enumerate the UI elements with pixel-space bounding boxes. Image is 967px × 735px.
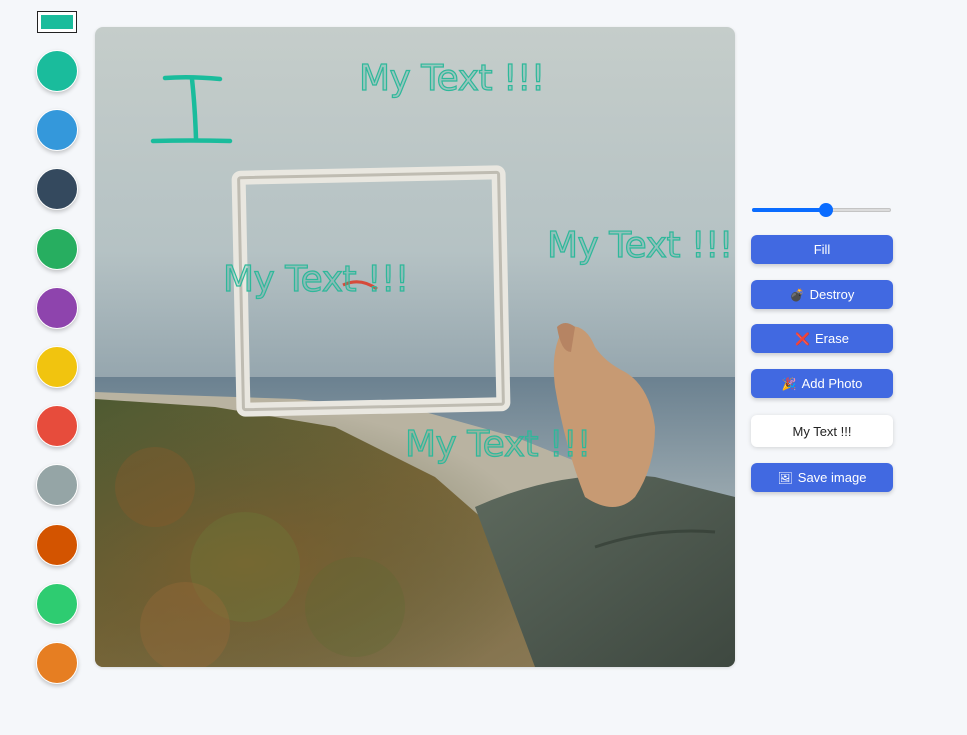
text-input[interactable]: My Text !!! — [751, 415, 893, 447]
canvas-text-item[interactable]: My Text !!! — [222, 261, 410, 298]
slider-thumb[interactable] — [818, 203, 833, 217]
bomb-icon: 💣 — [789, 287, 805, 302]
add-photo-button-label: Add Photo — [801, 376, 863, 391]
color-swatch-dark-orange[interactable] — [36, 523, 78, 566]
fill-button-label: Fill — [813, 242, 831, 257]
photo-background — [95, 27, 735, 667]
brush-size-slider[interactable] — [752, 202, 891, 218]
picture-icon: 🖼 — [777, 470, 793, 485]
cross-icon: ❌ — [795, 331, 810, 346]
selected-color-fill — [41, 15, 73, 29]
fill-button[interactable]: Fill — [751, 235, 893, 264]
destroy-button-label: Destroy — [809, 287, 855, 302]
destroy-button[interactable]: 💣 Destroy — [751, 280, 893, 309]
selected-color-indicator — [37, 11, 77, 33]
color-swatch-dark-blue[interactable] — [36, 168, 78, 211]
save-image-button-label: Save image — [797, 470, 867, 485]
color-swatch-green[interactable] — [36, 227, 78, 270]
canvas-text-item[interactable]: My Text !!! — [546, 227, 734, 264]
erase-button-label: Erase — [814, 331, 849, 346]
color-swatch-red[interactable] — [36, 405, 78, 448]
add-photo-button[interactable]: 🎉 Add Photo — [751, 369, 893, 398]
canvas-text-item[interactable]: My Text !!! — [358, 60, 546, 97]
color-swatch-purple[interactable] — [36, 286, 78, 329]
color-swatch-light-green[interactable] — [36, 582, 78, 625]
drawing-canvas[interactable]: My Text !!! My Text !!! My Text !!! My T… — [95, 27, 735, 667]
canvas-text-item[interactable]: My Text !!! — [404, 426, 592, 463]
save-image-button[interactable]: 🖼 Save image — [751, 463, 893, 492]
erase-button[interactable]: ❌ Erase — [751, 324, 893, 353]
color-swatch-orange[interactable] — [36, 642, 78, 684]
party-popper-icon: 🎉 — [781, 376, 797, 391]
color-swatch-yellow[interactable] — [36, 346, 78, 388]
text-input-value: My Text !!! — [792, 423, 852, 439]
color-swatch-blue[interactable] — [36, 109, 78, 152]
slider-fill — [752, 208, 826, 212]
color-swatch-turquoise[interactable] — [36, 50, 78, 92]
color-swatch-gray[interactable] — [36, 464, 78, 507]
